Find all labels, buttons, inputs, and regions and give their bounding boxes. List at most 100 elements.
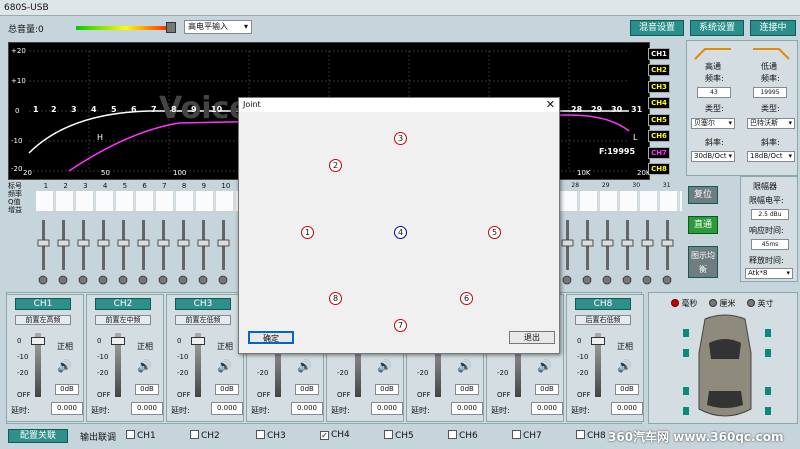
ch1-phase-label[interactable]: 正相 bbox=[57, 341, 73, 352]
speaker-icon[interactable]: 🔊 bbox=[617, 359, 635, 373]
ch8-phase-label[interactable]: 正相 bbox=[617, 341, 633, 352]
ch2-title[interactable]: CH2 bbox=[95, 298, 151, 310]
joint-dialog: Joint ✕ 1 2 3 4 5 6 7 8 确定 退出 bbox=[238, 97, 560, 354]
mix-settings-button[interactable]: 混音设置 bbox=[630, 20, 684, 36]
joint-point-3[interactable]: 3 bbox=[394, 132, 407, 145]
graphic-eq-button[interactable]: 图示均衡 bbox=[688, 246, 718, 278]
config-link-button[interactable]: 配置关联 bbox=[8, 429, 68, 443]
master-volume-slider[interactable] bbox=[76, 26, 176, 30]
joint-point-5[interactable]: 5 bbox=[488, 226, 501, 239]
ch3-position-select[interactable]: 前置左低频 bbox=[175, 315, 231, 325]
limiter-response-input[interactable]: 45ms bbox=[751, 239, 789, 250]
ch7-db-value: 0dB bbox=[535, 384, 559, 395]
ch8-volume-knob[interactable] bbox=[591, 337, 605, 345]
input-source-select[interactable]: 高电平输入 ▾ bbox=[184, 20, 252, 34]
band-slider-tracks-right[interactable] bbox=[560, 214, 682, 286]
ch3-select-button[interactable]: CH3 bbox=[648, 81, 670, 93]
ch2-volume-knob[interactable] bbox=[111, 337, 125, 345]
unit-inch-radio[interactable]: 英寸 bbox=[747, 298, 774, 309]
ch1-position-select[interactable]: 前置左高频 bbox=[15, 315, 71, 325]
speaker-icon[interactable]: 🔊 bbox=[137, 359, 155, 373]
channel-strip-ch3: CH3 前置左低频 0 -10 -20 OFF 正相 🔊 0dB 延时: 0.000 bbox=[166, 294, 244, 422]
ch2-delay-input[interactable]: 0.000 bbox=[131, 402, 163, 415]
ch5-delay-input[interactable]: 0.000 bbox=[371, 402, 403, 415]
limiter-level-input[interactable]: 2.5 dBu bbox=[751, 209, 789, 220]
ch1-link-checkbox[interactable]: CH1 bbox=[126, 430, 156, 441]
ch3-delay-input[interactable]: 0.000 bbox=[211, 402, 243, 415]
exit-button[interactable]: 退出 bbox=[509, 331, 555, 344]
band-sliders-left[interactable] bbox=[34, 214, 240, 286]
band-slider-tracks[interactable] bbox=[34, 214, 240, 286]
speaker-icon[interactable]: 🔊 bbox=[457, 359, 475, 373]
ch1-volume-knob[interactable] bbox=[31, 337, 45, 345]
ch3-phase-label[interactable]: 正相 bbox=[217, 341, 233, 352]
joint-point-1[interactable]: 1 bbox=[301, 226, 314, 239]
ch8-select-button[interactable]: CH8 bbox=[648, 163, 670, 175]
y-tick: +20 bbox=[11, 47, 26, 55]
ch3-link-checkbox[interactable]: CH3 bbox=[256, 430, 286, 441]
unit-ms-radio[interactable]: 毫秒 bbox=[671, 298, 698, 309]
hp-freq-input[interactable]: 43 bbox=[697, 87, 731, 98]
limiter-level-label: 限幅电平: bbox=[749, 196, 784, 205]
ch6-select-button[interactable]: CH6 bbox=[648, 130, 670, 142]
channel-strip-ch1: CH1 前置左高频 0 -10 -20 OFF 正相 🔊 0dB 延时: 0.000 bbox=[6, 294, 84, 422]
band-value-boxes-right[interactable] bbox=[560, 191, 682, 211]
speaker-position-icons[interactable] bbox=[679, 323, 779, 423]
speaker-icon[interactable]: 🔊 bbox=[217, 359, 235, 373]
chevron-down-icon: ▾ bbox=[788, 152, 792, 160]
ch1-select-button[interactable]: CH1 bbox=[648, 48, 670, 60]
lp-freq-input[interactable]: 19995 bbox=[753, 87, 787, 98]
ch4-delay-input[interactable]: 0.000 bbox=[291, 402, 323, 415]
direct-button[interactable]: 直通 bbox=[688, 216, 718, 234]
ch6-link-checkbox[interactable]: CH6 bbox=[448, 430, 478, 441]
ch8-title[interactable]: CH8 bbox=[575, 298, 631, 310]
ch6-delay-input[interactable]: 0.000 bbox=[451, 402, 483, 415]
limiter-panel: 限幅器 限幅电平: 2.5 dBu 响应时间: 45ms 释放时间: Atk*8… bbox=[740, 176, 798, 282]
close-icon[interactable]: ✕ bbox=[546, 98, 555, 112]
speaker-icon[interactable]: 🔊 bbox=[57, 359, 75, 373]
ch1-delay-input[interactable]: 0.000 bbox=[51, 402, 83, 415]
ch7-delay-input[interactable]: 0.000 bbox=[531, 402, 563, 415]
ch1-title[interactable]: CH1 bbox=[15, 298, 71, 310]
ch7-link-checkbox[interactable]: CH7 bbox=[512, 430, 542, 441]
ch2-select-button[interactable]: CH2 bbox=[648, 64, 670, 76]
ch7-select-button[interactable]: CH7 bbox=[648, 147, 670, 159]
hp-type-select[interactable]: 贝塞尔 ▾ bbox=[691, 118, 735, 129]
master-volume-knob[interactable] bbox=[166, 22, 176, 33]
ok-button[interactable]: 确定 bbox=[248, 331, 294, 344]
ch4-select-button[interactable]: CH4 bbox=[648, 97, 670, 109]
ch2-position-select[interactable]: 前置左中频 bbox=[95, 315, 151, 325]
reset-button[interactable]: 复位 bbox=[688, 186, 718, 204]
speaker-icon[interactable]: 🔊 bbox=[377, 359, 395, 373]
ch1-db-value: 0dB bbox=[55, 384, 79, 395]
joint-point-2[interactable]: 2 bbox=[329, 159, 342, 172]
ch5-select-button[interactable]: CH5 bbox=[648, 114, 670, 126]
ch4-db-value: 0dB bbox=[295, 384, 319, 395]
speaker-icon[interactable]: 🔊 bbox=[537, 359, 555, 373]
joint-point-7[interactable]: 7 bbox=[394, 319, 407, 332]
unit-cm-radio[interactable]: 厘米 bbox=[709, 298, 736, 309]
joint-point-6[interactable]: 6 bbox=[460, 292, 473, 305]
ch3-title[interactable]: CH3 bbox=[175, 298, 231, 310]
connect-button[interactable]: 连接中 bbox=[750, 20, 796, 36]
lp-slope-select[interactable]: 18dB/Oct ▾ bbox=[747, 151, 795, 162]
ch2-link-checkbox[interactable]: CH2 bbox=[190, 430, 220, 441]
ch4-link-checkbox[interactable]: ✓ CH4 bbox=[320, 430, 350, 440]
ch8-link-checkbox[interactable]: CH8 bbox=[576, 430, 606, 441]
band-sliders-right[interactable] bbox=[560, 214, 682, 286]
hp-slope-select[interactable]: 30dB/Oct ▾ bbox=[691, 151, 735, 162]
system-settings-button[interactable]: 系统设置 bbox=[690, 20, 744, 36]
ch8-delay-input[interactable]: 0.000 bbox=[611, 402, 643, 415]
car-position-panel: 毫秒 厘米 英寸 bbox=[648, 292, 798, 424]
ch3-volume-knob[interactable] bbox=[191, 337, 205, 345]
y-tick: +10 bbox=[11, 77, 26, 85]
band-value-boxes[interactable] bbox=[36, 191, 238, 211]
joint-point-4[interactable]: 4 bbox=[394, 226, 407, 239]
lp-type-select[interactable]: 巴特沃斯 ▾ bbox=[747, 118, 795, 129]
ch2-phase-label[interactable]: 正相 bbox=[137, 341, 153, 352]
speaker-icon[interactable]: 🔊 bbox=[297, 359, 315, 373]
limiter-release-select[interactable]: Atk*8 ▾ bbox=[745, 268, 793, 279]
ch8-position-select[interactable]: 后置右低频 bbox=[575, 315, 631, 325]
joint-point-8[interactable]: 8 bbox=[329, 292, 342, 305]
ch5-link-checkbox[interactable]: CH5 bbox=[384, 430, 414, 441]
